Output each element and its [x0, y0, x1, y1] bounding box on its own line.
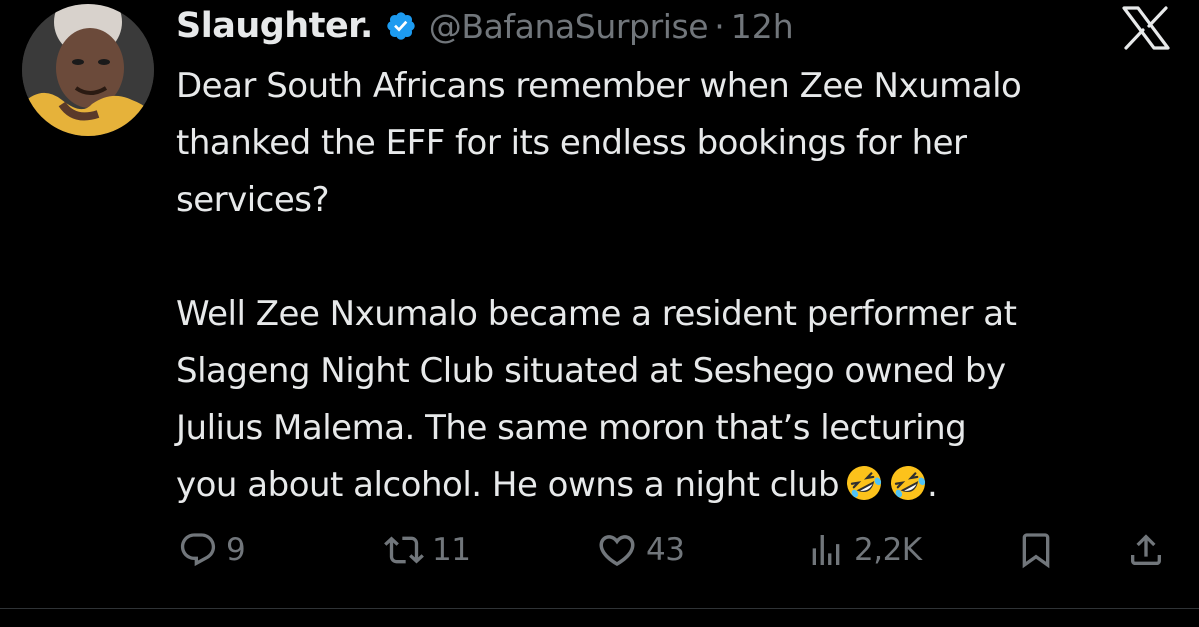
x-logo-icon: [1122, 6, 1170, 50]
repost-button[interactable]: 11: [384, 528, 471, 572]
avatar[interactable]: [22, 4, 154, 136]
separator-dot: ·: [714, 6, 725, 46]
like-count: 43: [646, 532, 685, 568]
display-name[interactable]: Slaughter.: [176, 6, 373, 46]
reply-button[interactable]: 9: [178, 528, 246, 572]
rolling-on-floor-laughing-emoji: [845, 463, 883, 501]
heart-icon: [596, 529, 638, 571]
like-button[interactable]: 43: [596, 528, 685, 572]
share-button[interactable]: [1126, 528, 1166, 572]
tweet-header: Slaughter. @BafanaSurprise · 12h: [176, 0, 794, 52]
share-icon: [1126, 530, 1166, 570]
avatar-image: [22, 4, 154, 136]
timestamp[interactable]: 12h: [731, 7, 794, 46]
rolling-on-floor-laughing-emoji: [889, 463, 927, 501]
tweet-line: Slageng Night Club situated at Seshego o…: [176, 351, 1006, 391]
views-button[interactable]: 2,2K: [806, 528, 922, 572]
divider: [0, 608, 1199, 609]
tweet-line-text: you about alcohol. He owns a night club: [176, 465, 840, 505]
tweet-line: Julius Malema. The same moron that’s lec…: [176, 408, 967, 448]
repost-icon: [384, 530, 424, 570]
repost-count: 11: [432, 532, 471, 568]
action-bar: 9 11 43 2,2K: [0, 520, 1199, 580]
tweet-line: thanked the EFF for its endless bookings…: [176, 123, 967, 163]
tweet-line: Dear South Africans remember when Zee Nx…: [176, 66, 1022, 106]
trailing-period: .: [927, 465, 938, 505]
reply-icon: [178, 530, 218, 570]
tweet-last-line: you about alcohol. He owns a night club.: [176, 457, 1176, 514]
reply-count: 9: [226, 532, 246, 568]
tweet-text: Dear South Africans remember when Zee Nx…: [176, 58, 1176, 514]
views-icon: [806, 530, 846, 570]
verified-badge-icon[interactable]: [385, 10, 417, 42]
tweet-line: Well Zee Nxumalo became a resident perfo…: [176, 294, 1017, 334]
bookmark-button[interactable]: [1016, 528, 1056, 572]
bookmark-icon: [1016, 530, 1056, 570]
tweet-line: services?: [176, 180, 330, 220]
views-count: 2,2K: [854, 532, 922, 568]
handle[interactable]: @BafanaSurprise: [429, 7, 709, 46]
